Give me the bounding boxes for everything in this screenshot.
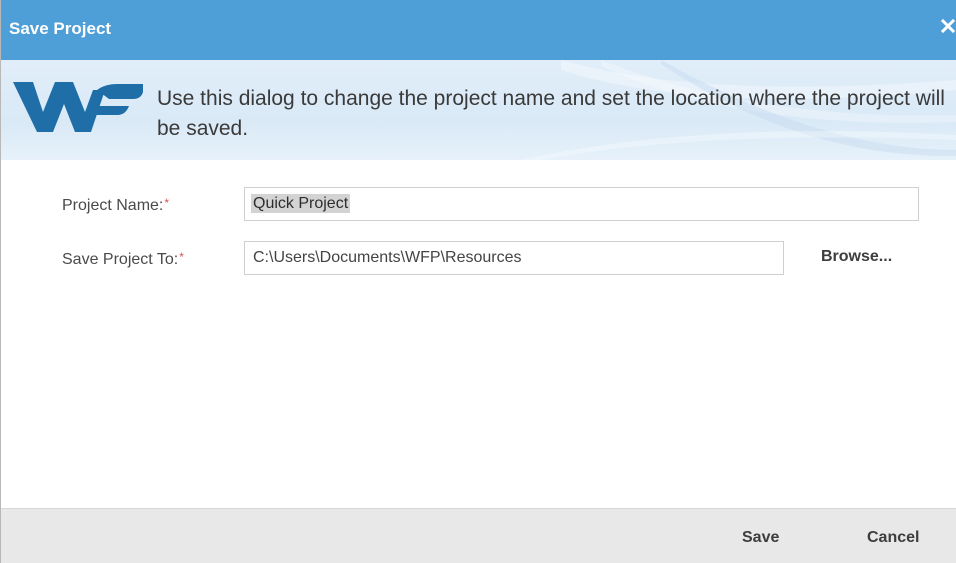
close-button[interactable] xyxy=(938,14,956,42)
dialog-title-bar[interactable]: Save Project xyxy=(1,0,956,60)
save-to-input[interactable]: C:\Users\Documents\WFP\Resources xyxy=(244,241,784,275)
project-name-label: Project Name:* xyxy=(62,196,170,215)
dialog-footer: Save Cancel xyxy=(1,508,956,563)
save-to-value: C:\Users\Documents\WFP\Resources xyxy=(253,249,522,266)
save-to-label-text: Save Project To: xyxy=(62,251,179,268)
dialog-title: Save Project xyxy=(9,19,112,38)
project-name-value: Quick Project xyxy=(251,194,351,213)
project-name-label-text: Project Name: xyxy=(62,197,164,214)
save-button[interactable]: Save xyxy=(742,529,779,547)
save-to-label: Save Project To:* xyxy=(62,250,184,269)
project-name-input[interactable]: Quick Project xyxy=(244,187,919,221)
close-icon xyxy=(940,18,956,34)
dialog-description: Use this dialog to change the project na… xyxy=(157,87,945,140)
wf-logo-icon xyxy=(13,82,143,132)
save-project-dialog: Save Project Use this dialog to change t… xyxy=(0,0,956,563)
required-marker: * xyxy=(179,250,184,264)
browse-button[interactable]: Browse... xyxy=(821,248,892,266)
required-marker: * xyxy=(164,196,170,210)
dialog-banner: Use this dialog to change the project na… xyxy=(1,60,956,160)
cancel-button[interactable]: Cancel xyxy=(867,529,919,547)
